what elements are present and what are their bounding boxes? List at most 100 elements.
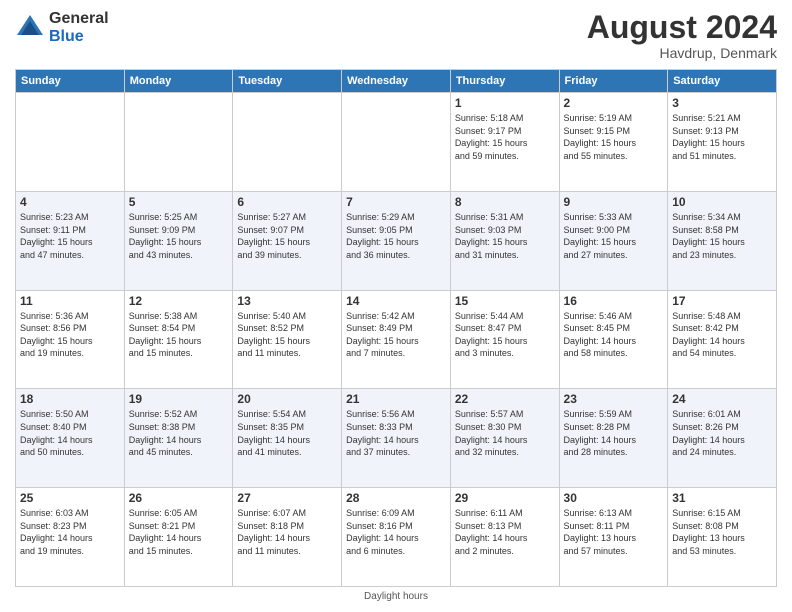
day-info: Sunrise: 5:59 AM Sunset: 8:28 PM Dayligh… (564, 408, 664, 458)
day-number: 5 (129, 195, 229, 209)
calendar-cell: 23 Sunrise: 5:59 AM Sunset: 8:28 PM Dayli… (559, 389, 668, 488)
calendar-cell: 18 Sunrise: 5:50 AM Sunset: 8:40 PM Dayli… (16, 389, 125, 488)
calendar-cell: 12Sunrise: 5:38 AM Sunset: 8:54 PM Dayli… (124, 290, 233, 389)
day-info: Sunrise: 5:48 AM Sunset: 8:42 PM Dayligh… (672, 310, 772, 360)
day-number: 22 (455, 392, 555, 406)
day-info: Sunrise: 5:40 AM Sunset: 8:52 PM Dayligh… (237, 310, 337, 360)
calendar-cell: 16 Sunrise: 5:46 AM Sunset: 8:45 PM Dayli… (559, 290, 668, 389)
day-number: 20 (237, 392, 337, 406)
calendar-cell: 4Sunrise: 5:23 AM Sunset: 9:11 PM Daylig… (16, 191, 125, 290)
calendar-cell: 9 Sunrise: 5:33 AM Sunset: 9:00 PM Daylig… (559, 191, 668, 290)
header-wednesday: Wednesday (342, 70, 451, 93)
day-info: Sunrise: 5:18 AM Sunset: 9:17 PM Dayligh… (455, 112, 555, 162)
day-info: Sunrise: 6:09 AM Sunset: 8:16 PM Dayligh… (346, 507, 446, 557)
day-info: Sunrise: 5:54 AM Sunset: 8:35 PM Dayligh… (237, 408, 337, 458)
day-info: Sunrise: 6:11 AM Sunset: 8:13 PM Dayligh… (455, 507, 555, 557)
week-row-4: 25 Sunrise: 6:03 AM Sunset: 8:23 PM Dayli… (16, 488, 777, 587)
calendar-cell: 22 Sunrise: 5:57 AM Sunset: 8:30 PM Dayli… (450, 389, 559, 488)
logo-blue: Blue (49, 28, 109, 46)
calendar-cell: 24 Sunrise: 6:01 AM Sunset: 8:26 PM Dayli… (668, 389, 777, 488)
calendar-cell: 5 Sunrise: 5:25 AM Sunset: 9:09 PM Daylig… (124, 191, 233, 290)
logo-text: General Blue (49, 10, 109, 45)
logo: General Blue (15, 10, 109, 45)
calendar-cell: 6 Sunrise: 5:27 AM Sunset: 9:07 PM Daylig… (233, 191, 342, 290)
calendar-table: SundayMondayTuesdayWednesdayThursdayFrid… (15, 69, 777, 587)
day-number: 25 (20, 491, 120, 505)
day-info: Sunrise: 6:03 AM Sunset: 8:23 PM Dayligh… (20, 507, 120, 557)
calendar-cell: 14 Sunrise: 5:42 AM Sunset: 8:49 PM Dayli… (342, 290, 451, 389)
day-info: Sunrise: 5:25 AM Sunset: 9:09 PM Dayligh… (129, 211, 229, 261)
week-row-3: 18 Sunrise: 5:50 AM Sunset: 8:40 PM Dayli… (16, 389, 777, 488)
day-info: Sunrise: 5:21 AM Sunset: 9:13 PM Dayligh… (672, 112, 772, 162)
logo-icon (15, 13, 45, 43)
day-number: 19 (129, 392, 229, 406)
page: General Blue August 2024 Havdrup, Denmar… (0, 0, 792, 612)
day-info: Sunrise: 5:56 AM Sunset: 8:33 PM Dayligh… (346, 408, 446, 458)
header-friday: Friday (559, 70, 668, 93)
day-info: Sunrise: 5:57 AM Sunset: 8:30 PM Dayligh… (455, 408, 555, 458)
day-info: Sunrise: 5:33 AM Sunset: 9:00 PM Dayligh… (564, 211, 664, 261)
calendar-cell: 19Sunrise: 5:52 AM Sunset: 8:38 PM Dayli… (124, 389, 233, 488)
day-info: Sunrise: 5:27 AM Sunset: 9:07 PM Dayligh… (237, 211, 337, 261)
calendar-cell (342, 93, 451, 192)
day-number: 16 (564, 294, 664, 308)
week-row-1: 4Sunrise: 5:23 AM Sunset: 9:11 PM Daylig… (16, 191, 777, 290)
day-number: 1 (455, 96, 555, 110)
title-block: August 2024 Havdrup, Denmark (587, 10, 777, 61)
day-info: Sunrise: 5:34 AM Sunset: 8:58 PM Dayligh… (672, 211, 772, 261)
day-info: Sunrise: 5:29 AM Sunset: 9:05 PM Dayligh… (346, 211, 446, 261)
day-number: 3 (672, 96, 772, 110)
day-number: 9 (564, 195, 664, 209)
day-number: 18 (20, 392, 120, 406)
day-number: 7 (346, 195, 446, 209)
day-info: Sunrise: 5:44 AM Sunset: 8:47 PM Dayligh… (455, 310, 555, 360)
day-number: 2 (564, 96, 664, 110)
day-number: 17 (672, 294, 772, 308)
day-number: 8 (455, 195, 555, 209)
header-tuesday: Tuesday (233, 70, 342, 93)
day-info: Sunrise: 5:50 AM Sunset: 8:40 PM Dayligh… (20, 408, 120, 458)
day-info: Sunrise: 6:01 AM Sunset: 8:26 PM Dayligh… (672, 408, 772, 458)
day-info: Sunrise: 5:36 AM Sunset: 8:56 PM Dayligh… (20, 310, 120, 360)
week-row-2: 11 Sunrise: 5:36 AM Sunset: 8:56 PM Dayli… (16, 290, 777, 389)
day-info: Sunrise: 6:15 AM Sunset: 8:08 PM Dayligh… (672, 507, 772, 557)
day-info: Sunrise: 5:19 AM Sunset: 9:15 PM Dayligh… (564, 112, 664, 162)
day-info: Sunrise: 5:46 AM Sunset: 8:45 PM Dayligh… (564, 310, 664, 360)
day-number: 4 (20, 195, 120, 209)
calendar-cell: 29 Sunrise: 6:11 AM Sunset: 8:13 PM Dayli… (450, 488, 559, 587)
header-saturday: Saturday (668, 70, 777, 93)
day-number: 11 (20, 294, 120, 308)
calendar-cell: 8Sunrise: 5:31 AM Sunset: 9:03 PM Daylig… (450, 191, 559, 290)
calendar-cell: 3 Sunrise: 5:21 AM Sunset: 9:13 PM Daylig… (668, 93, 777, 192)
calendar-cell: 20 Sunrise: 5:54 AM Sunset: 8:35 PM Dayli… (233, 389, 342, 488)
day-number: 6 (237, 195, 337, 209)
day-number: 28 (346, 491, 446, 505)
header-sunday: Sunday (16, 70, 125, 93)
calendar-cell: 27Sunrise: 6:07 AM Sunset: 8:18 PM Dayli… (233, 488, 342, 587)
calendar-cell: 15 Sunrise: 5:44 AM Sunset: 8:47 PM Dayli… (450, 290, 559, 389)
day-number: 21 (346, 392, 446, 406)
calendar-cell (233, 93, 342, 192)
day-number: 30 (564, 491, 664, 505)
day-number: 27 (237, 491, 337, 505)
calendar-cell: 25 Sunrise: 6:03 AM Sunset: 8:23 PM Dayli… (16, 488, 125, 587)
day-number: 14 (346, 294, 446, 308)
calendar-cell: 31Sunrise: 6:15 AM Sunset: 8:08 PM Dayli… (668, 488, 777, 587)
day-number: 24 (672, 392, 772, 406)
calendar-cell: 21 Sunrise: 5:56 AM Sunset: 8:33 PM Dayli… (342, 389, 451, 488)
header-thursday: Thursday (450, 70, 559, 93)
calendar-cell: 11 Sunrise: 5:36 AM Sunset: 8:56 PM Dayli… (16, 290, 125, 389)
calendar-cell: 10Sunrise: 5:34 AM Sunset: 8:58 PM Dayli… (668, 191, 777, 290)
logo-general: General (49, 10, 109, 28)
day-info: Sunrise: 5:38 AM Sunset: 8:54 PM Dayligh… (129, 310, 229, 360)
day-number: 29 (455, 491, 555, 505)
header-row: SundayMondayTuesdayWednesdayThursdayFrid… (16, 70, 777, 93)
day-number: 23 (564, 392, 664, 406)
main-title: August 2024 (587, 10, 777, 45)
day-info: Sunrise: 5:42 AM Sunset: 8:49 PM Dayligh… (346, 310, 446, 360)
footer-note: Daylight hours (15, 591, 777, 602)
calendar-cell (16, 93, 125, 192)
location: Havdrup, Denmark (587, 45, 777, 61)
day-number: 15 (455, 294, 555, 308)
day-info: Sunrise: 6:05 AM Sunset: 8:21 PM Dayligh… (129, 507, 229, 557)
